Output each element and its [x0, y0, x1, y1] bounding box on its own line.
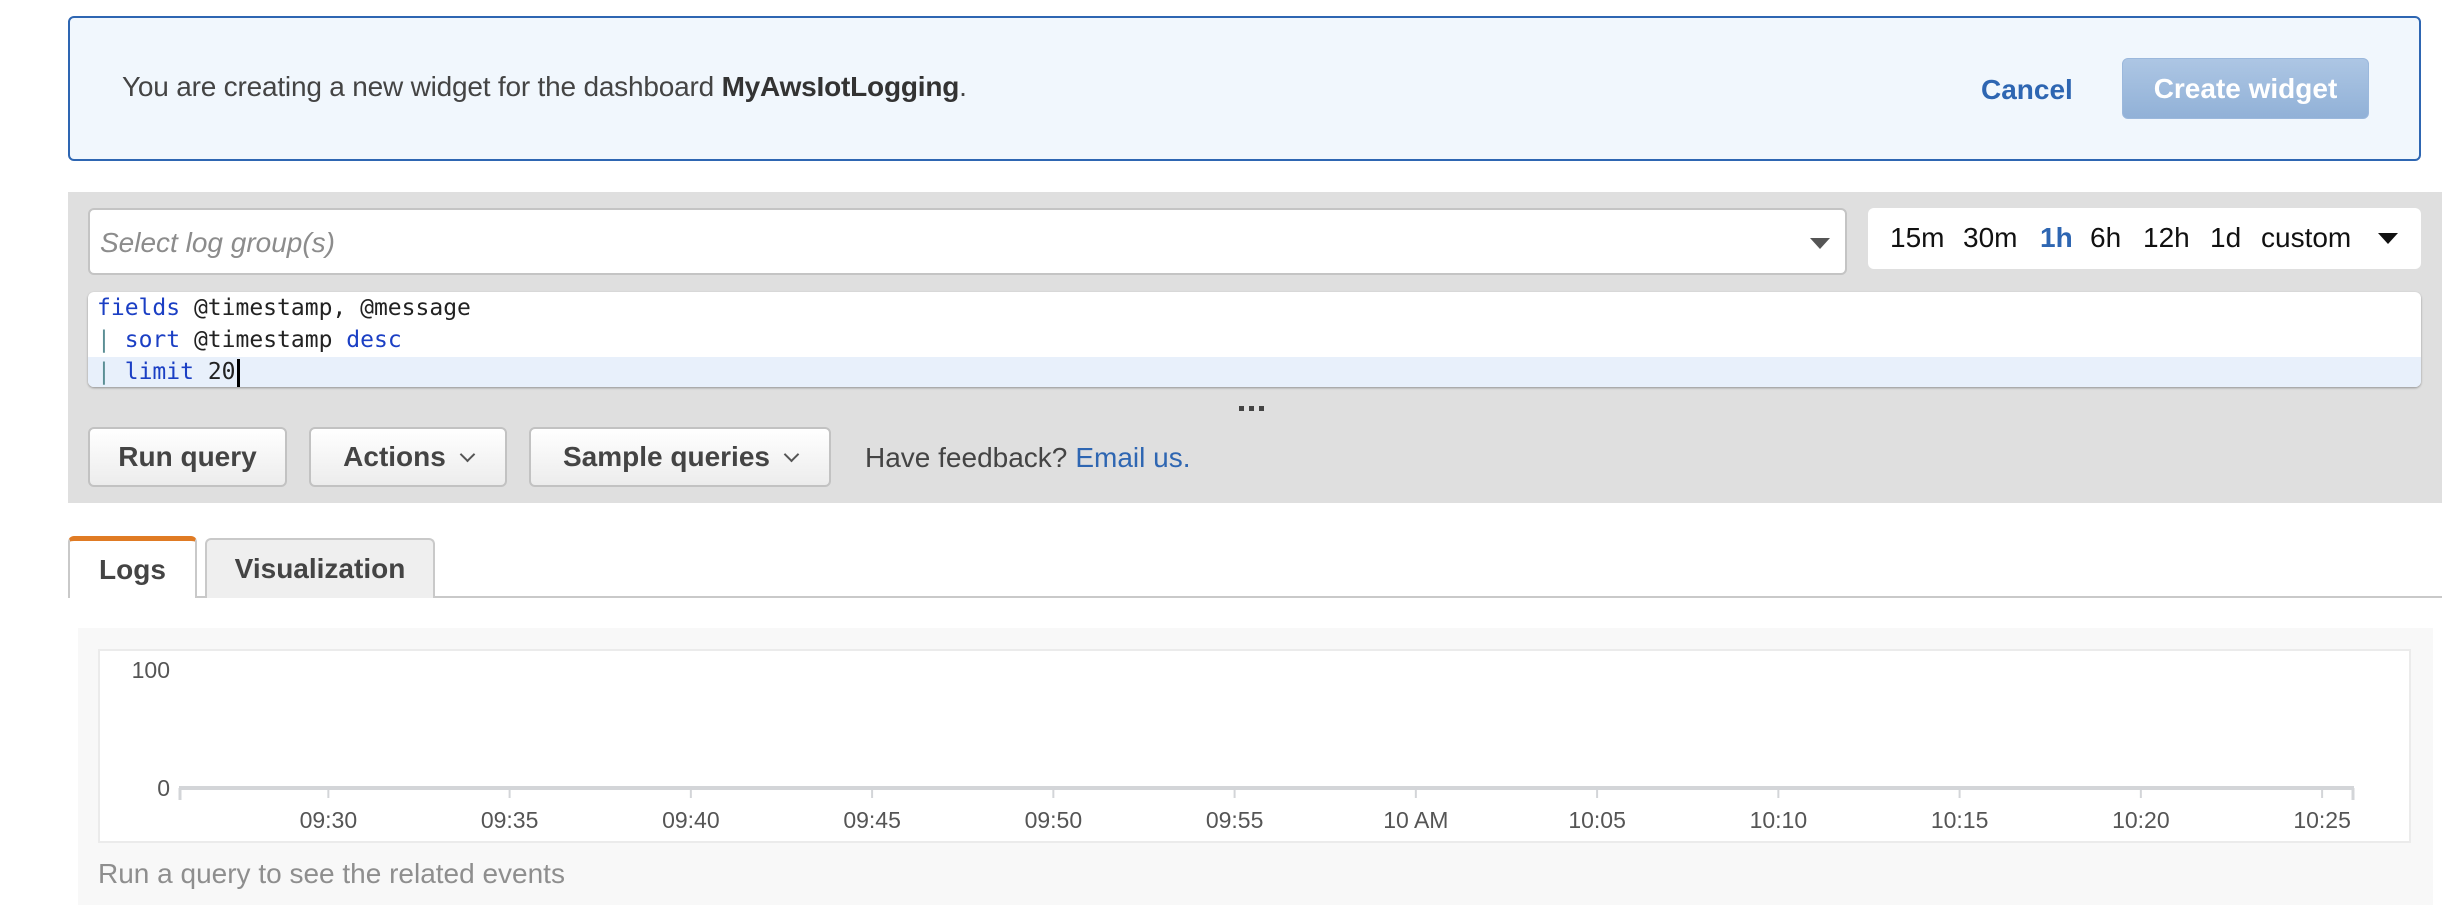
time-range-1h[interactable]: 1h	[2040, 222, 2073, 254]
tab-logs[interactable]: Logs	[68, 536, 197, 598]
time-range-30m[interactable]: 30m	[1963, 222, 2017, 254]
code-keyword: limit	[124, 359, 194, 385]
chevron-down-icon	[459, 446, 476, 462]
code-line: fields @timestamp, @message	[88, 293, 2421, 325]
code-keyword: desc	[346, 327, 402, 353]
widget-creation-banner: You are creating a new widget for the da…	[68, 16, 2421, 161]
time-range-6h[interactable]: 6h	[2090, 222, 2121, 254]
actions-dropdown-button[interactable]: Actions	[309, 427, 507, 487]
editor-resize-handle[interactable]	[1239, 406, 1264, 411]
y-tick-label: 100	[132, 657, 170, 683]
time-range-1d[interactable]: 1d	[2210, 222, 2241, 254]
x-tick-label: 10 AM	[1383, 807, 1448, 833]
sample-queries-dropdown-button[interactable]: Sample queries	[529, 427, 831, 487]
code-text: @timestamp, @message	[180, 295, 471, 321]
actions-label: Actions	[343, 441, 446, 472]
cancel-button[interactable]: Cancel	[1981, 74, 2073, 106]
x-tick-label: 10:20	[2112, 807, 2170, 833]
text-cursor	[236, 358, 240, 387]
email-us-link[interactable]: Email us.	[1075, 442, 1190, 473]
sample-queries-label: Sample queries	[563, 441, 770, 472]
banner-message-text: You are creating a new widget for the da…	[122, 71, 722, 102]
time-range-selector: 15m 30m 1h 6h 12h 1d custom	[1868, 208, 2421, 269]
tab-visualization-label: Visualization	[234, 553, 406, 584]
time-range-15m[interactable]: 15m	[1890, 222, 1944, 254]
code-keyword: sort	[124, 327, 181, 353]
code-keyword: fields	[97, 295, 181, 321]
x-tick-label: 10:15	[1931, 807, 1989, 833]
log-group-select[interactable]: Select log group(s)	[88, 208, 1847, 275]
code-text: 20	[193, 359, 236, 385]
dot	[1249, 406, 1254, 411]
banner-message-suffix: .	[959, 71, 967, 102]
code-line: | sort @timestamp desc	[88, 325, 2421, 357]
custom-range-caret-down-icon[interactable]	[2378, 233, 2398, 244]
x-tick-label: 09:55	[1206, 807, 1264, 833]
feedback-text: Have feedback?	[865, 442, 1068, 473]
time-range-12h[interactable]: 12h	[2143, 222, 2190, 254]
create-widget-button[interactable]: Create widget	[2122, 58, 2369, 119]
query-panel: Select log group(s) 15m 30m 1h 6h 12h 1d…	[68, 192, 2442, 503]
histogram-chart: 100 0 09:30 09:35 09:40 09:45 09:50 09:55 10 AM 1…	[98, 649, 2411, 843]
run-query-button[interactable]: Run query	[88, 427, 287, 487]
caret-down-icon	[1810, 238, 1830, 249]
x-tick-label: 09:35	[481, 807, 539, 833]
x-tick-label: 09:30	[300, 807, 358, 833]
logs-results-panel: 100 0 09:30 09:35 09:40 09:45 09:50 09:55 10 AM 1…	[78, 628, 2433, 905]
banner-message: You are creating a new widget for the da…	[122, 71, 967, 103]
tab-logs-label: Logs	[99, 553, 166, 585]
time-range-custom[interactable]: custom	[2261, 222, 2351, 254]
empty-results-message: Run a query to see the related events	[98, 858, 565, 889]
tab-visualization[interactable]: Visualization	[205, 538, 435, 598]
x-tick-label: 10:05	[1568, 807, 1626, 833]
code-pipe: |	[97, 359, 111, 385]
dot	[1259, 406, 1264, 411]
chevron-down-icon	[783, 446, 800, 462]
feedback-prompt: Have feedback? Email us.	[865, 442, 1191, 474]
code-pipe: |	[97, 327, 111, 353]
x-tick-label: 09:50	[1025, 807, 1083, 833]
code-line-active: | limit 20	[88, 357, 2421, 387]
dashboard-name: MyAwsIotLogging	[721, 71, 960, 102]
y-tick-label: 0	[157, 775, 170, 801]
run-query-label: Run query	[118, 441, 257, 472]
histogram-svg: 100 0 09:30 09:35 09:40 09:45 09:50 09:55 10 AM 1…	[132, 657, 2355, 833]
x-tick-label: 10:25	[2293, 807, 2351, 833]
code-text: @timestamp	[180, 327, 347, 353]
dot	[1239, 406, 1244, 411]
log-group-placeholder: Select log group(s)	[100, 227, 336, 258]
x-tick-label: 09:45	[843, 807, 901, 833]
x-tick-label: 10:10	[1750, 807, 1808, 833]
x-tick-label: 09:40	[662, 807, 720, 833]
query-editor[interactable]: fields @timestamp, @message | sort @time…	[88, 292, 2421, 387]
